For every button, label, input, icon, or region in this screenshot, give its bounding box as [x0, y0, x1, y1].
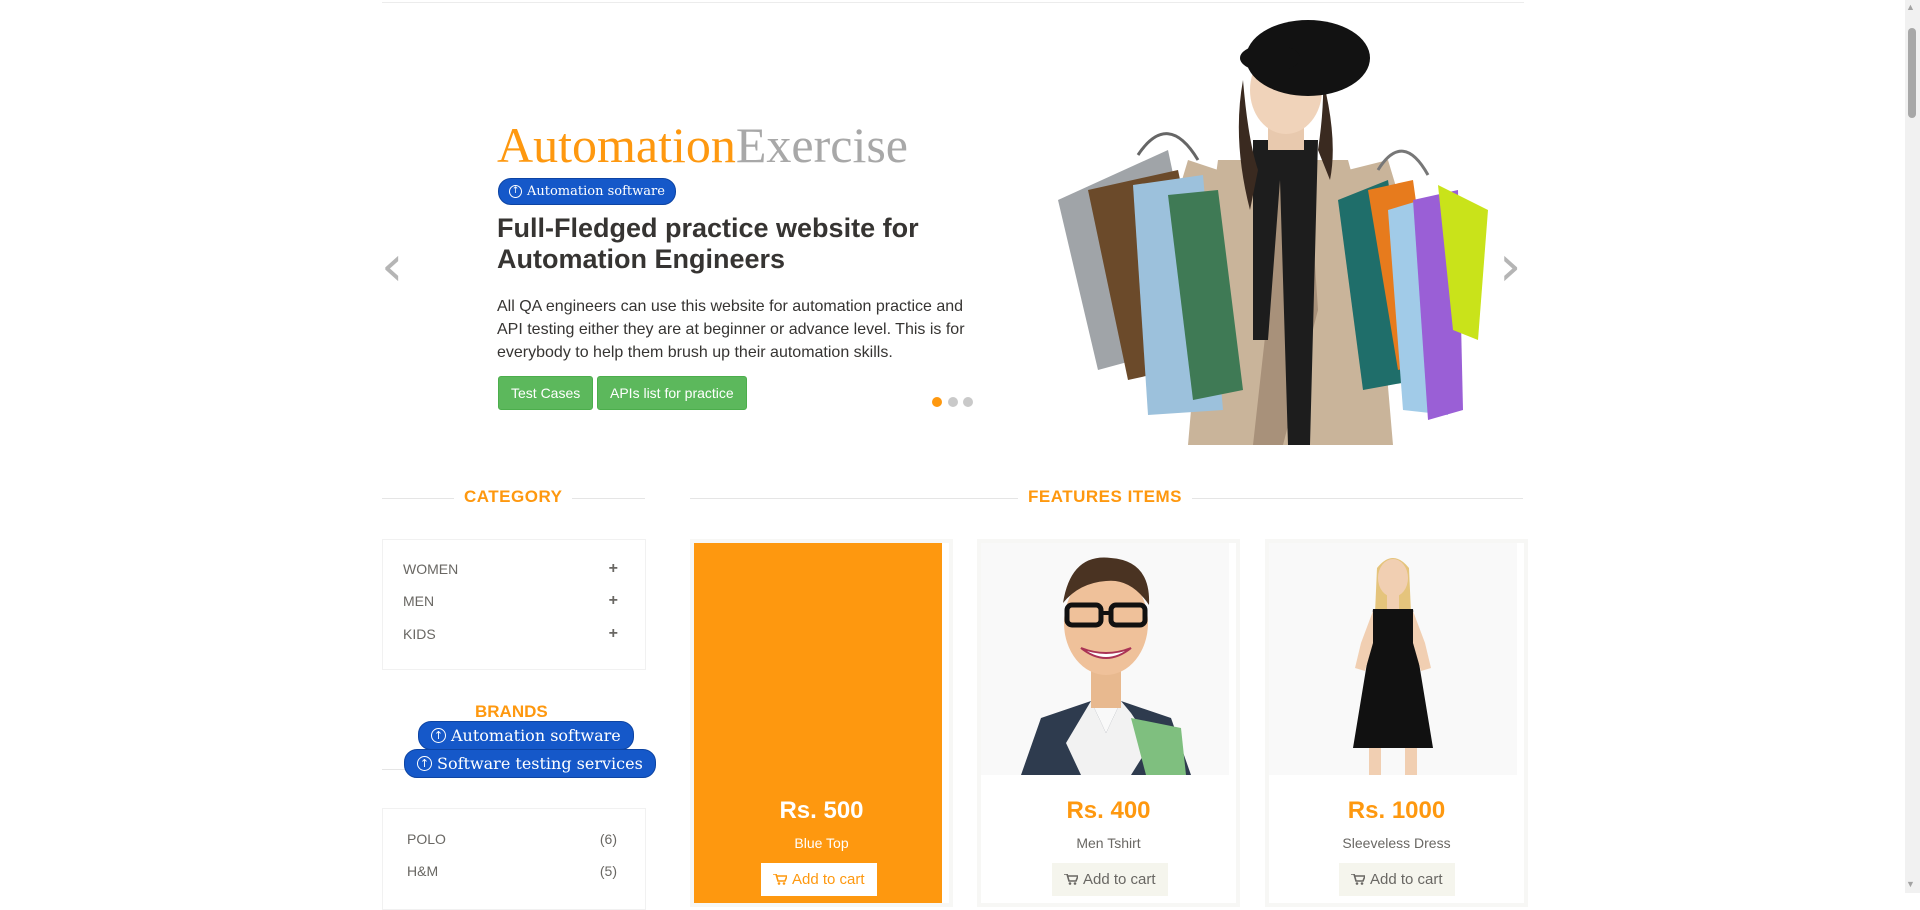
brands-title: BRANDS — [475, 702, 548, 721]
brand-name: H&M — [407, 863, 439, 879]
ad-badge-label: Software testing services — [437, 754, 643, 773]
add-to-cart-label: Add to cart — [792, 871, 865, 888]
brand-count: (6) — [599, 831, 617, 847]
category-item-men[interactable]: MEN + — [403, 592, 618, 610]
ad-badge-software-testing-services[interactable]: ↑ Software testing services — [404, 749, 656, 778]
slider-indicator-2[interactable] — [948, 397, 958, 407]
product-name: Blue Top — [794, 835, 849, 851]
slider-prev-icon[interactable]: ‹ — [381, 239, 403, 295]
scrollbar-thumb[interactable] — [1908, 28, 1916, 118]
arrow-circle-icon: ↑ — [431, 728, 446, 743]
shopping-cart-icon — [1064, 874, 1078, 885]
arrow-circle-icon: ↑ — [417, 756, 432, 771]
product-image-sleeveless-dress — [1269, 543, 1517, 775]
category-item-women[interactable]: WOMEN + — [403, 560, 618, 578]
ad-badge-label: Automation software — [527, 184, 665, 199]
apis-list-button[interactable]: APIs list for practice — [597, 376, 747, 410]
product-image-men-tshirt — [981, 543, 1229, 775]
brand-name: POLO — [407, 831, 446, 847]
product-card-sleeveless-dress[interactable]: Rs. 1000 Sleeveless Dress Add to cart — [1265, 539, 1528, 907]
product-card-men-tshirt[interactable]: Rs. 400 Men Tshirt Add to cart — [977, 539, 1240, 907]
plus-icon[interactable]: + — [609, 625, 618, 643]
plus-icon[interactable]: + — [609, 592, 618, 610]
product-name: Sleeveless Dress — [1342, 835, 1451, 851]
features-title: FEATURES ITEMS — [1018, 487, 1193, 507]
slider-indicator-3[interactable] — [963, 397, 973, 407]
add-to-cart-label: Add to cart — [1083, 871, 1156, 888]
scrollbar-track[interactable] — [1905, 0, 1920, 893]
brand-item-polo[interactable]: POLO (6) — [407, 831, 617, 847]
brands-panel: POLO (6) H&M (5) — [382, 808, 646, 910]
product-price: Rs. 400 — [1066, 797, 1151, 824]
scroll-down-icon[interactable]: ▼ — [1906, 879, 1915, 889]
brand-title-part2: Exercise — [735, 117, 908, 173]
hero-shopping-woman-image — [1058, 20, 1488, 445]
slider-indicator-1[interactable] — [932, 397, 942, 407]
arrow-circle-icon: ↑ — [509, 185, 522, 198]
add-to-cart-button[interactable]: Add to cart — [1052, 863, 1168, 896]
category-item-kids[interactable]: KIDS + — [403, 625, 618, 643]
product-price: Rs. 1000 — [1347, 797, 1446, 824]
product-price: Rs. 500 — [779, 797, 864, 824]
plus-icon[interactable]: + — [609, 560, 618, 578]
product-card-blue-top[interactable]: Rs. 500 Blue Top Add to cart — [690, 539, 953, 907]
test-cases-button[interactable]: Test Cases — [498, 376, 594, 410]
top-divider — [382, 2, 1524, 3]
brand-title-part1: Automation — [497, 117, 736, 173]
category-label: MEN — [403, 593, 435, 609]
shopping-cart-icon — [773, 874, 787, 885]
add-to-cart-button[interactable]: Add to cart — [761, 863, 877, 896]
scroll-up-icon[interactable]: ▲ — [1906, 2, 1915, 12]
slider-headline: Full-Fledged practice website for Automa… — [497, 213, 919, 274]
brand-count: (5) — [599, 863, 617, 879]
add-to-cart-label: Add to cart — [1370, 871, 1443, 888]
ad-badge-label: Automation software — [451, 726, 621, 745]
slider-brand-title: AutomationExercise — [497, 115, 908, 175]
shopping-cart-icon — [1351, 874, 1365, 885]
ad-badge-automation-software-sidebar[interactable]: ↑ Automation software — [418, 721, 634, 750]
product-name: Men Tshirt — [1076, 835, 1141, 851]
category-label: KIDS — [403, 626, 436, 642]
add-to-cart-button[interactable]: Add to cart — [1339, 863, 1455, 896]
brand-item-hm[interactable]: H&M (5) — [407, 863, 617, 879]
category-panel: WOMEN + MEN + KIDS + — [382, 539, 646, 670]
ad-badge-automation-software[interactable]: ↑ Automation software — [498, 178, 676, 205]
category-label: WOMEN — [403, 561, 459, 577]
category-title: CATEGORY — [454, 487, 573, 507]
slider-description: All QA engineers can use this website fo… — [497, 298, 965, 361]
